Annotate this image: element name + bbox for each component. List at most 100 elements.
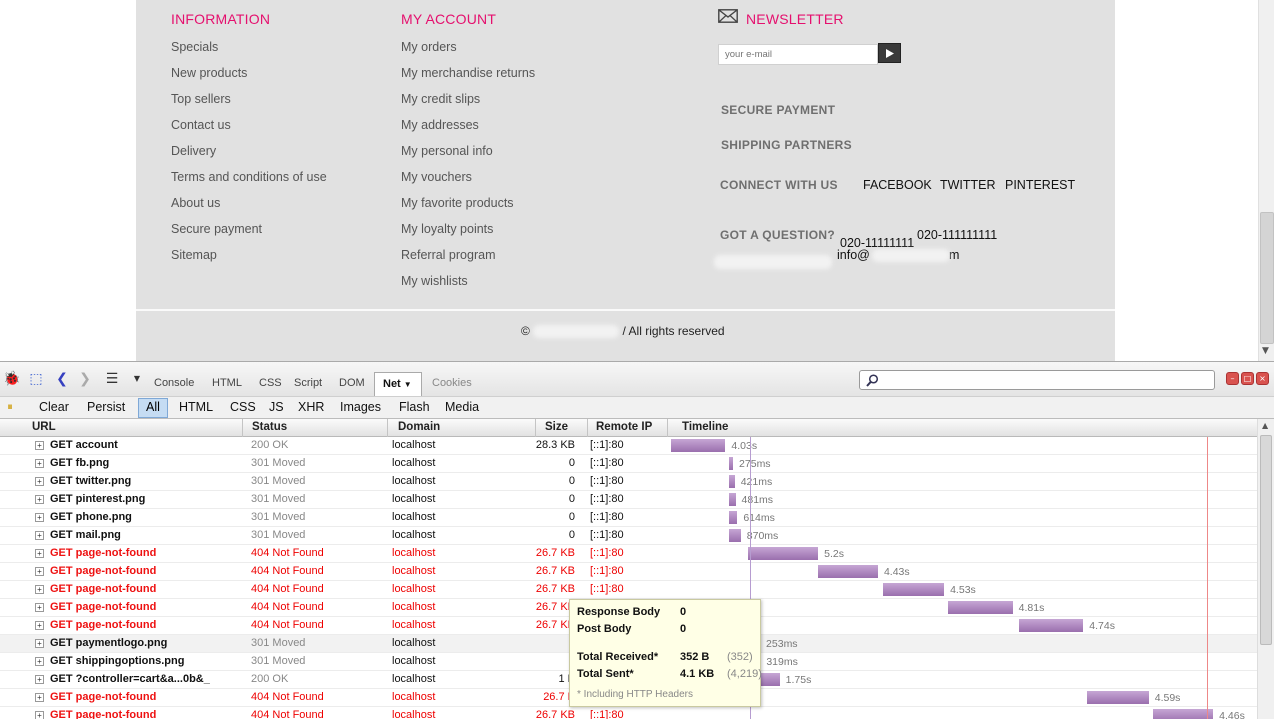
tab-dom[interactable]: DOM — [339, 377, 365, 389]
firebug-icon[interactable]: 🐞 — [3, 370, 21, 388]
footer-link[interactable]: My personal info — [401, 144, 535, 170]
expand-icon[interactable]: + — [35, 657, 44, 666]
expand-icon[interactable]: + — [35, 531, 44, 540]
table-row[interactable]: + GET page-not-found 404 Not Found localhos… — [0, 707, 1257, 719]
expand-icon[interactable]: + — [35, 567, 44, 576]
footer-link[interactable]: Referral program — [401, 248, 535, 274]
expand-icon[interactable]: + — [35, 621, 44, 630]
page-scrollbar[interactable]: ▼ — [1258, 0, 1274, 361]
table-row[interactable]: + GET twitter.png 301 Moved localhost 0 [::1]… — [0, 473, 1257, 491]
minimize-icon[interactable]: – — [1226, 372, 1239, 385]
table-row[interactable]: + GET pinterest.png 301 Moved localhost 0 [::… — [0, 491, 1257, 509]
expand-icon[interactable]: + — [35, 477, 44, 486]
back-arrow-icon[interactable]: ❮ — [53, 370, 71, 388]
filter-media[interactable]: Media — [445, 400, 479, 414]
net-scrollbar-thumb[interactable] — [1260, 435, 1272, 645]
filter-css[interactable]: CSS — [230, 400, 256, 414]
tab-html[interactable]: HTML — [212, 377, 242, 389]
newsletter-email-input[interactable] — [718, 44, 878, 65]
footer-link[interactable]: About us — [171, 196, 327, 222]
footer-link[interactable]: Contact us — [171, 118, 327, 144]
footer-link[interactable]: My loyalty points — [401, 222, 535, 248]
expand-icon[interactable]: + — [35, 549, 44, 558]
persist-button[interactable]: Persist — [87, 400, 125, 414]
column-size[interactable]: Size — [545, 421, 568, 433]
net-scrollbar[interactable]: ▲ — [1257, 419, 1274, 719]
expand-icon[interactable]: + — [35, 495, 44, 504]
timeline-label: 253ms — [766, 638, 798, 650]
detach-icon[interactable]: □ — [1241, 372, 1254, 385]
request-size: 0 — [568, 457, 575, 469]
table-row[interactable]: + GET mail.png 301 Moved localhost 0 [::1]:80… — [0, 527, 1257, 545]
column-domain[interactable]: Domain — [398, 421, 440, 433]
footer-link[interactable]: My wishlists — [401, 274, 535, 300]
pause-icon[interactable]: ⏸ — [1, 398, 19, 416]
column-status[interactable]: Status — [252, 421, 287, 433]
pinterest-link[interactable]: PINTEREST — [1005, 178, 1075, 192]
filter-all[interactable]: All — [138, 398, 168, 418]
expand-icon[interactable]: + — [35, 675, 44, 684]
expand-icon[interactable]: + — [35, 441, 44, 450]
clear-button[interactable]: Clear — [39, 400, 69, 414]
information-links: Specials New products Top sellers Contac… — [171, 40, 327, 274]
page-scrollbar-thumb[interactable] — [1260, 212, 1274, 344]
request-domain: localhost — [392, 655, 436, 667]
newsletter-submit-button[interactable] — [878, 43, 901, 63]
expand-icon[interactable]: + — [35, 459, 44, 468]
column-timeline[interactable]: Timeline — [682, 421, 728, 433]
table-row[interactable]: + GET page-not-found 404 Not Found localhos… — [0, 563, 1257, 581]
request-url: GET shippingoptions.png — [50, 655, 185, 667]
filter-xhr[interactable]: XHR — [298, 400, 324, 414]
tab-css[interactable]: CSS — [259, 377, 282, 389]
firebug-search-input[interactable] — [859, 370, 1215, 390]
table-row[interactable]: + GET phone.png 301 Moved localhost 0 [::1]:8… — [0, 509, 1257, 527]
request-remote-ip: [::1]:80 — [590, 475, 624, 487]
contact-email[interactable]: info@ — [837, 248, 870, 262]
footer-link[interactable]: My favorite products — [401, 196, 535, 222]
footer-link[interactable]: New products — [171, 66, 327, 92]
footer-link[interactable]: My addresses — [401, 118, 535, 144]
dropdown-arrow-icon[interactable]: ▼ — [128, 370, 146, 388]
column-divider — [667, 419, 668, 437]
footer-link[interactable]: Sitemap — [171, 248, 327, 274]
table-row[interactable]: + GET page-not-found 404 Not Found localhos… — [0, 581, 1257, 599]
tab-cookies[interactable]: Cookies — [432, 377, 472, 389]
expand-icon[interactable]: + — [35, 639, 44, 648]
column-url[interactable]: URL — [32, 421, 56, 433]
footer-link[interactable]: My vouchers — [401, 170, 535, 196]
footer-link[interactable]: Terms and conditions of use — [171, 170, 327, 196]
footer-link[interactable]: My merchandise returns — [401, 66, 535, 92]
expand-icon[interactable]: + — [35, 603, 44, 612]
inspect-icon[interactable]: ⬚ — [27, 370, 45, 388]
filter-flash[interactable]: Flash — [399, 400, 430, 414]
close-icon[interactable]: × — [1256, 372, 1269, 385]
filter-images[interactable]: Images — [340, 400, 381, 414]
scroll-down-arrow-icon[interactable]: ▼ — [1262, 346, 1269, 356]
twitter-link[interactable]: TWITTER — [940, 178, 996, 192]
expand-icon[interactable]: + — [35, 585, 44, 594]
column-remote-ip[interactable]: Remote IP — [596, 421, 652, 433]
facebook-link[interactable]: FACEBOOK — [863, 178, 932, 192]
net-table-header: URL Status Domain Size Remote IP Timelin… — [0, 419, 1257, 437]
footer-link[interactable]: My orders — [401, 40, 535, 66]
footer-link[interactable]: Secure payment — [171, 222, 327, 248]
table-row[interactable]: + GET account 200 OK localhost 28.3 KB [::1]:… — [0, 437, 1257, 455]
filter-js[interactable]: JS — [269, 400, 284, 414]
footer-link[interactable]: Specials — [171, 40, 327, 66]
request-status: 200 OK — [251, 439, 289, 451]
tab-console[interactable]: Console — [154, 377, 194, 389]
footer-link[interactable]: Delivery — [171, 144, 327, 170]
table-row[interactable]: + GET page-not-found 404 Not Found localhos… — [0, 545, 1257, 563]
menu-icon[interactable]: ☰ — [103, 370, 121, 388]
expand-icon[interactable]: + — [35, 513, 44, 522]
tab-net[interactable]: Net ▼ — [374, 372, 422, 396]
footer-link[interactable]: Top sellers — [171, 92, 327, 118]
table-row[interactable]: + GET fb.png 301 Moved localhost 0 [::1]:80 27… — [0, 455, 1257, 473]
tab-script[interactable]: Script — [294, 377, 322, 389]
scroll-up-arrow-icon[interactable]: ▲ — [1262, 421, 1268, 430]
shipping-partners-heading: SHIPPING PARTNERS — [721, 138, 852, 152]
expand-icon[interactable]: + — [35, 693, 44, 702]
filter-html[interactable]: HTML — [179, 400, 213, 414]
footer-link[interactable]: My credit slips — [401, 92, 535, 118]
forward-arrow-icon[interactable]: ❯ — [76, 370, 94, 388]
